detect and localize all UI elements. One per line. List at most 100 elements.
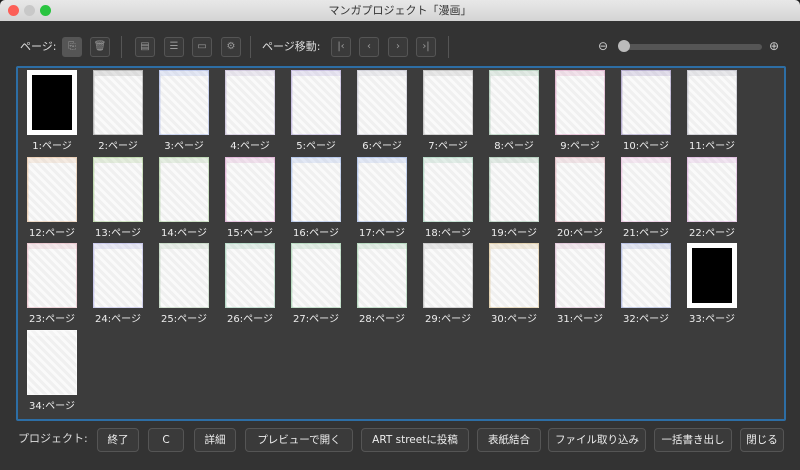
page-label: 33:ページ	[689, 314, 735, 325]
page-label: 23:ページ	[29, 314, 75, 325]
page-thumbnail[interactable]: 7:ページ	[418, 70, 478, 152]
footer-button-1[interactable]: C	[148, 428, 184, 452]
footer-button-7[interactable]: 一括書き出し	[654, 428, 732, 452]
page-thumbnail[interactable]: 28:ページ	[352, 243, 412, 325]
divider	[121, 36, 122, 58]
page-label: 26:ページ	[227, 314, 273, 325]
page-thumbnail[interactable]: 3:ページ	[154, 70, 214, 152]
divider	[250, 36, 251, 58]
page-thumbnail[interactable]: 29:ページ	[418, 243, 478, 325]
last-page-icon[interactable]: ›|	[416, 37, 436, 57]
page-label: 19:ページ	[491, 227, 537, 239]
add-page-icon[interactable]: ⎘	[62, 37, 82, 57]
footer-button-0[interactable]: 終了	[97, 428, 139, 452]
footer-button-4[interactable]: ART streetに投稿	[361, 428, 469, 452]
page-preview	[555, 243, 605, 308]
page-thumbnail[interactable]: 4:ページ	[220, 70, 280, 152]
page-preview	[93, 243, 143, 308]
zoom-in-icon[interactable]: ⊕	[769, 39, 779, 53]
footer-button-6[interactable]: ファイル取り込み	[548, 428, 646, 452]
page-thumbnail[interactable]: 23:ページ	[22, 243, 82, 325]
zoom-slider[interactable]	[622, 44, 762, 50]
zoom-out-icon[interactable]: ⊖	[598, 39, 608, 53]
page-thumbnail[interactable]: 13:ページ	[88, 156, 148, 239]
zoom-slider-handle[interactable]	[618, 40, 630, 52]
zoom-window-button[interactable]	[40, 5, 51, 16]
page-thumbnail[interactable]: 33:ページ	[682, 243, 742, 325]
next-page-icon[interactable]: ›	[388, 37, 408, 57]
page-thumbnail[interactable]: 30:ページ	[484, 243, 544, 325]
page-preview	[93, 156, 143, 222]
page-thumbnail[interactable]: 24:ページ	[88, 243, 148, 325]
page-thumbnail[interactable]: 16:ページ	[286, 156, 346, 239]
page-thumbnail[interactable]: 1:ページ	[22, 70, 82, 152]
page-thumbnail[interactable]: 10:ページ	[616, 70, 676, 152]
page-label: 27:ページ	[293, 314, 339, 325]
minimize-window-button[interactable]	[24, 5, 35, 16]
page-label: 8:ページ	[494, 141, 534, 152]
page-preview	[225, 156, 275, 222]
page-thumbnail[interactable]: 25:ページ	[154, 243, 214, 325]
page-move-label: ページ移動:	[262, 40, 321, 53]
close-window-button[interactable]	[8, 5, 19, 16]
page-label: 22:ページ	[689, 227, 735, 239]
page-thumbnail[interactable]: 14:ページ	[154, 156, 214, 239]
page-thumbnail[interactable]: 11:ページ	[682, 70, 742, 152]
page-thumbnail[interactable]: 17:ページ	[352, 156, 412, 239]
page-icon[interactable]: ▤	[135, 37, 155, 57]
page-label: 9:ページ	[560, 141, 600, 152]
page-thumbnail[interactable]: 26:ページ	[220, 243, 280, 325]
page-thumbnail[interactable]: 32:ページ	[616, 243, 676, 325]
page-preview	[489, 156, 539, 222]
page-thumbnail[interactable]: 8:ページ	[484, 70, 544, 152]
prev-page-icon[interactable]: ‹	[359, 37, 379, 57]
page-thumbnail[interactable]: 22:ページ	[682, 156, 742, 239]
folder-icon[interactable]: ▭	[192, 37, 212, 57]
page-label: 29:ページ	[425, 314, 471, 325]
footer-button-8[interactable]: 閉じる	[740, 428, 784, 452]
page-preview	[27, 329, 77, 395]
page-preview	[93, 70, 143, 135]
folder-settings-icon[interactable]: ⚙	[221, 37, 241, 57]
first-page-icon[interactable]: |‹	[331, 37, 351, 57]
page-preview	[621, 70, 671, 135]
page-label: 16:ページ	[293, 227, 339, 239]
footer-button-5[interactable]: 表紙結合	[477, 428, 541, 452]
page-label: 24:ページ	[95, 314, 141, 325]
footer-button-3[interactable]: プレビューで開く	[245, 428, 353, 452]
page-label: 28:ページ	[359, 314, 405, 325]
page-label: 31:ページ	[557, 314, 603, 325]
page-thumbnail[interactable]: 27:ページ	[286, 243, 346, 325]
page-label: 10:ページ	[623, 141, 669, 152]
page-thumbnail[interactable]: 19:ページ	[484, 156, 544, 239]
page-label: 2:ページ	[98, 141, 138, 152]
page-thumbnail[interactable]: 6:ページ	[352, 70, 412, 152]
page-preview	[27, 156, 77, 222]
page-thumbnail[interactable]: 9:ページ	[550, 70, 610, 152]
page-thumbnail[interactable]: 18:ページ	[418, 156, 478, 239]
page-label: 13:ページ	[95, 227, 141, 239]
page-preview	[687, 70, 737, 135]
trash-icon[interactable]: 🗑	[90, 37, 110, 57]
footer-button-2[interactable]: 詳細	[194, 428, 236, 452]
page-thumbnail[interactable]: 5:ページ	[286, 70, 346, 152]
page-thumbnail[interactable]: 21:ページ	[616, 156, 676, 239]
page-preview	[27, 70, 77, 135]
page-thumbnail[interactable]: 12:ページ	[22, 156, 82, 239]
page-thumbnail[interactable]: 20:ページ	[550, 156, 610, 239]
page-label: 7:ページ	[428, 141, 468, 152]
page-label: 20:ページ	[557, 227, 603, 239]
page-thumbnail[interactable]: 31:ページ	[550, 243, 610, 325]
page-preview	[423, 70, 473, 135]
project-label: プロジェクト:	[18, 432, 88, 445]
page-thumbnail[interactable]: 2:ページ	[88, 70, 148, 152]
page-label: 25:ページ	[161, 314, 207, 325]
page-label: ページ:	[20, 40, 57, 53]
page-thumbnail[interactable]: 34:ページ	[22, 329, 82, 412]
page-list-icon[interactable]: ☰	[164, 37, 184, 57]
page-preview	[555, 156, 605, 222]
page-label: 17:ページ	[359, 227, 405, 239]
page-label: 32:ページ	[623, 314, 669, 325]
page-label: 4:ページ	[230, 141, 270, 152]
page-thumbnail[interactable]: 15:ページ	[220, 156, 280, 239]
